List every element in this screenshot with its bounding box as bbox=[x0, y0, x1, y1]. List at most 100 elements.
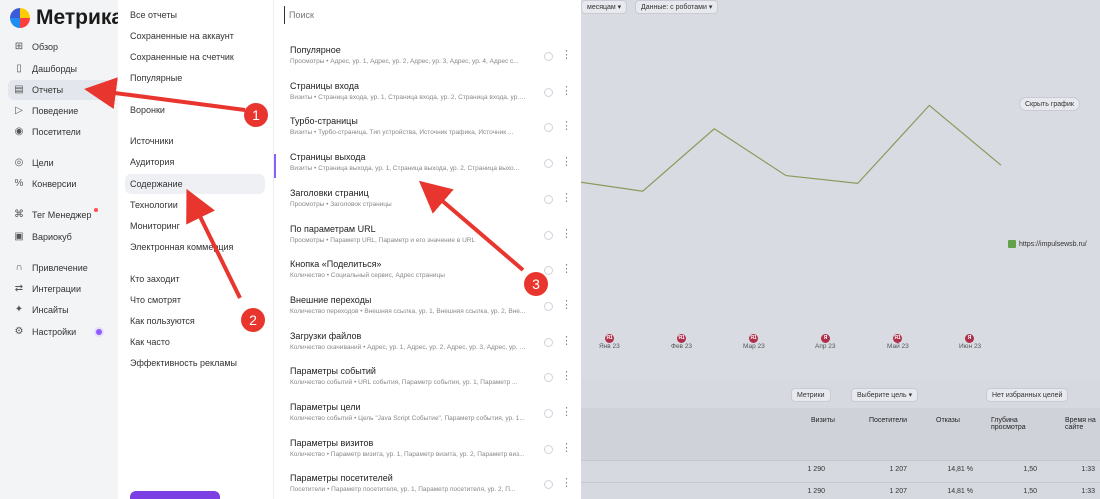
nav-item-label: Поведение bbox=[32, 106, 79, 116]
chart-legend[interactable]: https://impulsewsb.ru/ bbox=[1008, 240, 1087, 248]
more-icon[interactable]: ⋮ bbox=[561, 335, 572, 347]
search-input[interactable] bbox=[284, 6, 564, 24]
more-icon[interactable]: ⋮ bbox=[561, 228, 572, 240]
table-cell: 1 207 bbox=[889, 488, 907, 495]
menu-item[interactable]: Мониторинг bbox=[125, 216, 265, 236]
annotation-marker[interactable]: Я1 bbox=[677, 334, 686, 343]
menu-item[interactable]: Источники bbox=[125, 131, 265, 151]
report-item[interactable]: Параметры цели Количество событий • Цель … bbox=[274, 399, 582, 433]
menu-item[interactable]: Аудитория bbox=[125, 152, 265, 172]
more-icon[interactable]: ⋮ bbox=[561, 85, 572, 97]
report-item[interactable]: Популярное Просмотры • Адрес, ур. 1, Адре… bbox=[274, 42, 582, 76]
nav-item-label: Посетители bbox=[32, 127, 81, 137]
report-item[interactable]: Параметры визитов Количество • Параметр в… bbox=[274, 435, 582, 469]
goal-select[interactable]: Выберите цель ▾ bbox=[851, 388, 919, 402]
more-icon[interactable]: ⋮ bbox=[561, 370, 572, 382]
report-item[interactable]: Загрузки файлов Количество скачиваний • А… bbox=[274, 328, 582, 362]
more-icon[interactable]: ⋮ bbox=[561, 299, 572, 311]
globe-icon[interactable] bbox=[544, 337, 553, 347]
menu-item[interactable]: Популярные bbox=[125, 68, 265, 88]
globe-icon[interactable] bbox=[544, 230, 553, 240]
nav-item-8[interactable]: ▣ Вариокуб bbox=[8, 227, 112, 247]
annotation-marker[interactable]: Я1 bbox=[749, 334, 758, 343]
annotation-marker[interactable]: Я1 bbox=[893, 334, 902, 343]
nav-item-4[interactable]: ◉ Посетители bbox=[8, 122, 112, 142]
menu-item[interactable]: Что смотрят bbox=[125, 290, 265, 310]
report-item[interactable]: Внешние переходы Количество переходов • В… bbox=[274, 292, 582, 326]
more-icon[interactable]: ⋮ bbox=[561, 120, 572, 132]
menu-item[interactable]: Как часто bbox=[125, 332, 265, 352]
nav-item-6[interactable]: % Конверсии bbox=[8, 174, 112, 194]
report-subtitle: Просмотры • Заголовок страницы bbox=[290, 200, 392, 208]
user-icon: ◉ bbox=[14, 126, 24, 137]
table-row[interactable]: 1 290 1 207 14,81 % 1,50 1:33 bbox=[581, 482, 1100, 499]
globe-icon[interactable] bbox=[544, 266, 553, 276]
logo[interactable]: Метрика bbox=[10, 6, 123, 30]
nav-item-1[interactable]: ▯ Дашборды bbox=[8, 59, 112, 79]
more-icon[interactable]: ⋮ bbox=[561, 156, 572, 168]
globe-icon[interactable] bbox=[544, 123, 553, 133]
menu-item[interactable]: Кто заходит bbox=[125, 269, 265, 289]
more-icon[interactable]: ⋮ bbox=[561, 192, 572, 204]
favorite-goals-button[interactable]: Нет избранных целей bbox=[986, 388, 1069, 402]
report-item[interactable]: Параметры событий Количество событий • UR… bbox=[274, 363, 582, 397]
table-row[interactable]: 1 290 1 207 14,81 % 1,50 1:33 bbox=[581, 460, 1100, 478]
globe-icon[interactable] bbox=[544, 444, 553, 454]
globe-icon[interactable] bbox=[544, 409, 553, 418]
globe-icon[interactable] bbox=[544, 301, 553, 311]
annotation-marker[interactable]: Я bbox=[965, 334, 974, 343]
more-icon[interactable]: ⋮ bbox=[561, 406, 572, 418]
nav-item-9[interactable]: ∩ Привлечение bbox=[8, 258, 112, 278]
nav-item-7[interactable]: ⌘ Тег Менеджер bbox=[8, 205, 112, 225]
status-dot bbox=[96, 329, 102, 335]
globe-icon[interactable] bbox=[544, 87, 553, 97]
metrics-button[interactable]: Метрики bbox=[791, 388, 831, 402]
menu-item[interactable]: Электронная коммерция bbox=[125, 237, 265, 257]
annotation-marker[interactable]: Я1 bbox=[605, 334, 614, 343]
tag-icon: ⌘ bbox=[14, 209, 24, 220]
table-cell: 1:33 bbox=[1081, 488, 1095, 495]
create-report-button[interactable] bbox=[130, 491, 220, 499]
nav-item-5[interactable]: ◎ Цели bbox=[8, 153, 112, 173]
menu-item[interactable]: Содержание bbox=[125, 174, 265, 194]
globe-icon[interactable] bbox=[544, 373, 553, 383]
table-cell: 1:33 bbox=[1081, 466, 1095, 473]
more-icon[interactable]: ⋮ bbox=[561, 263, 572, 275]
nav-item-12[interactable]: ⚙ Настройки bbox=[8, 322, 112, 342]
menu-item[interactable]: Сохраненные на счетчик bbox=[125, 47, 265, 67]
report-item[interactable]: Заголовки страниц Просмотры • Заголовок с… bbox=[274, 185, 582, 219]
nav-item-0[interactable]: ⊞ Обзор bbox=[8, 37, 112, 57]
menu-item[interactable]: Технологии bbox=[125, 195, 265, 215]
column-header[interactable]: Визиты bbox=[811, 417, 861, 424]
more-icon[interactable]: ⋮ bbox=[561, 49, 572, 61]
report-item[interactable]: По параметрам URL Просмотры • Параметр UR… bbox=[274, 221, 582, 255]
column-header[interactable]: Время на сайте bbox=[1065, 417, 1100, 431]
menu-item[interactable]: Эффективность рекламы bbox=[125, 353, 265, 373]
nav-item-3[interactable]: ▷ Поведение bbox=[8, 101, 112, 121]
report-item[interactable]: Страницы входа Визиты • Страница входа, у… bbox=[274, 78, 582, 112]
nav-item-2[interactable]: ▤ Отчеты bbox=[8, 80, 112, 100]
globe-icon[interactable] bbox=[544, 159, 553, 169]
annotation-marker[interactable]: Я bbox=[821, 334, 830, 343]
nav-item-10[interactable]: ⇄ Интеграции bbox=[8, 279, 112, 299]
nav-item-11[interactable]: ✦ Инсайты bbox=[8, 300, 112, 320]
globe-icon[interactable] bbox=[544, 480, 553, 490]
globe-icon[interactable] bbox=[544, 194, 553, 204]
more-icon[interactable]: ⋮ bbox=[561, 477, 572, 489]
legend-label: https://impulsewsb.ru/ bbox=[1019, 240, 1087, 248]
report-item[interactable]: Турбо-страницы Визиты • Турбо-страница, Т… bbox=[274, 113, 582, 147]
column-header[interactable]: Посетители bbox=[869, 417, 919, 424]
more-icon[interactable]: ⋮ bbox=[561, 442, 572, 454]
x-axis-label: Июн 23 bbox=[959, 343, 982, 350]
annotation-number-3: 3 bbox=[524, 272, 548, 296]
report-item[interactable]: Страницы выхода Визиты • Страница выхода,… bbox=[274, 149, 582, 183]
globe-icon[interactable] bbox=[544, 52, 553, 61]
menu-item[interactable]: Сохраненные на аккаунт bbox=[125, 26, 265, 46]
report-subtitle: Количество переходов • Внешняя ссылка, у… bbox=[290, 307, 526, 315]
insights-icon: ✦ bbox=[14, 304, 24, 315]
column-header[interactable]: Глубина просмотра bbox=[991, 417, 1041, 431]
report-subtitle: Количество • Социальный сервис, Адрес ст… bbox=[290, 272, 445, 280]
column-header[interactable]: Отказы bbox=[936, 417, 986, 424]
report-item[interactable]: Параметры посетителей Посетители • Параме… bbox=[274, 470, 582, 499]
menu-item[interactable]: Все отчеты bbox=[125, 5, 265, 25]
